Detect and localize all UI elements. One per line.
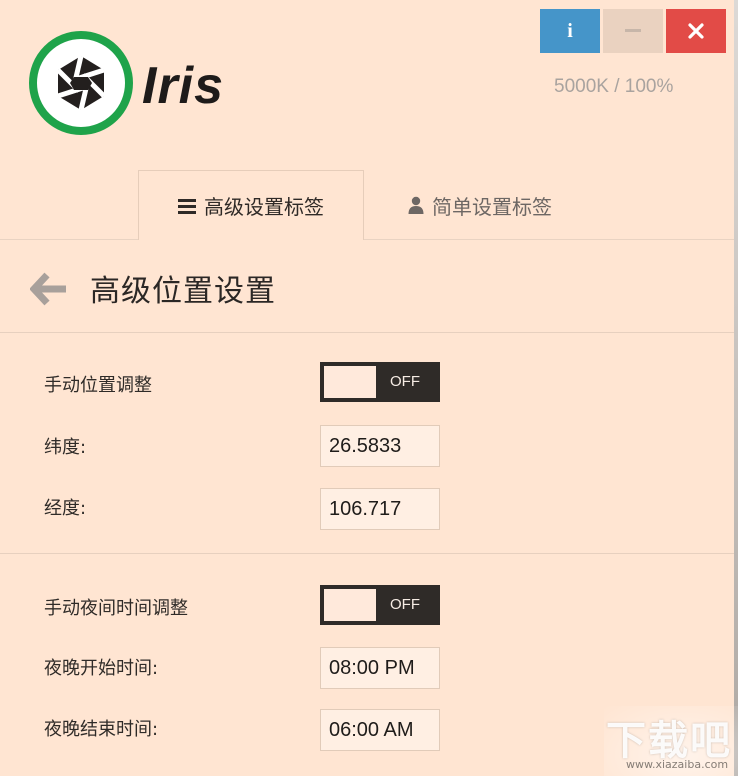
manual-night-label: 手动夜间时间调整 [44,598,188,619]
night-end-input[interactable] [320,709,440,751]
iris-window: Iris i 5000K / 100% 高级设置标签 简单设置标签 高级位置设置… [0,0,734,776]
info-button[interactable]: i [540,9,600,53]
manual-night-toggle[interactable]: OFF [320,585,440,625]
night-start-label: 夜晚开始时间: [44,658,159,679]
iris-logo-icon [29,31,133,135]
toggle-knob [324,589,376,621]
tabs-divider [0,239,734,240]
hamburger-icon [178,198,196,214]
color-temperature-status: 5000K / 100% [554,76,674,97]
toggle-knob [324,366,376,398]
minimize-icon [625,29,641,32]
night-end-label: 夜晚结束时间: [44,719,159,740]
section-divider-middle [0,553,734,554]
tab-advanced-label: 高级设置标签 [204,195,324,219]
section-divider-top [0,332,734,333]
user-icon [408,196,424,214]
latitude-label: 纬度: [44,437,87,458]
info-icon: i [567,19,573,42]
manual-location-toggle[interactable]: OFF [320,362,440,402]
toggle-state-text: OFF [390,373,420,390]
window-edge [734,0,738,776]
brand-name: Iris [142,57,225,115]
page-title: 高级位置设置 [90,274,276,309]
night-start-input[interactable] [320,647,440,689]
minimize-button[interactable] [603,9,663,53]
watermark-url: www.xiazaiba.com [626,758,729,771]
longitude-input[interactable] [320,488,440,530]
manual-location-label: 手动位置调整 [44,375,152,396]
back-arrow-icon[interactable] [30,270,68,308]
close-icon [688,23,704,39]
longitude-label: 经度: [44,498,87,519]
tab-advanced-settings[interactable]: 高级设置标签 [138,170,364,240]
latitude-input[interactable] [320,425,440,467]
tab-simple-settings[interactable]: 简单设置标签 [408,170,552,240]
close-button[interactable] [666,9,726,53]
tab-simple-label: 简单设置标签 [432,194,552,219]
toggle-state-text: OFF [390,596,420,613]
